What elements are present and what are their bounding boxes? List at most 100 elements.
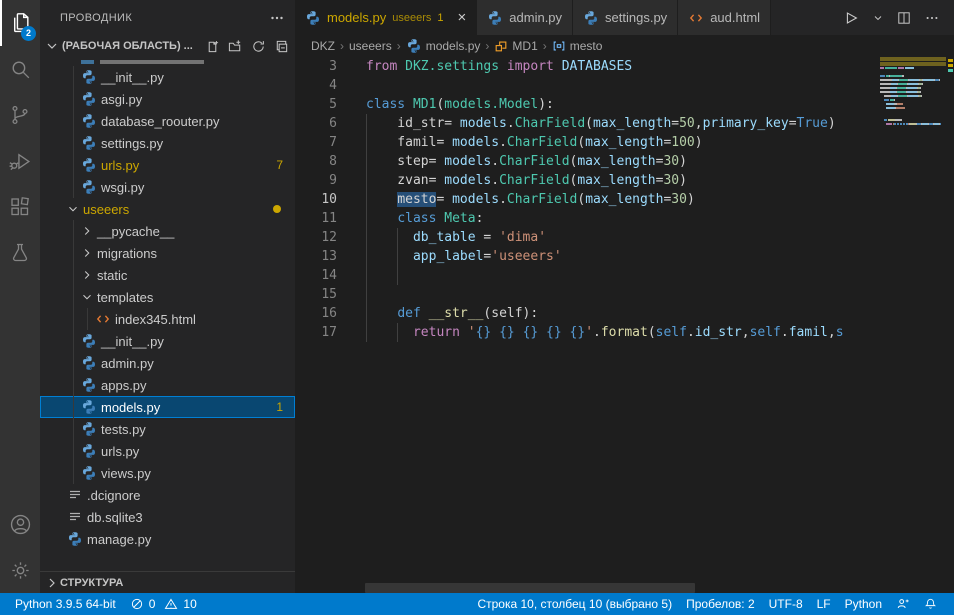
problems-item[interactable]: 0 10 [123,597,204,611]
status-indentation[interactable]: Пробелов: 2 [679,597,762,611]
line-content[interactable]: zvan= models.CharField(max_length=30) [366,171,874,190]
tree-item-templates[interactable]: templates [40,286,295,308]
status-notifications[interactable] [917,597,944,611]
status-language-mode[interactable]: Python [838,597,889,611]
tree-item-index345-html[interactable]: index345.html [40,308,295,330]
line-content[interactable]: famil= models.CharField(max_length=100) [366,133,874,152]
tree-item-useeers[interactable]: useeers [40,198,295,220]
breadcrumb-item-useeers[interactable]: useeers [349,39,392,53]
activity-testing-button[interactable] [0,230,40,276]
tree-item-manage-py[interactable]: manage.py [40,528,295,550]
line-content[interactable] [366,266,874,285]
tree-item-admin-py[interactable]: admin.py [40,352,295,374]
status-feedback[interactable] [889,597,917,611]
py-file-icon [66,531,84,547]
split-editor-button[interactable] [896,10,912,26]
indent-guide [366,247,367,266]
tree-item-migrations[interactable]: migrations [40,242,295,264]
tab-models-py[interactable]: models.pyuseeers1× [295,0,477,35]
py-file-icon [80,377,98,393]
line-content[interactable]: mesto= models.CharField(max_length=30) [366,190,874,209]
tree-item-apps-py[interactable]: apps.py [40,374,295,396]
line-content[interactable]: def __str__(self): [366,304,874,323]
tree-item-init-py[interactable]: __init__.py [40,330,295,352]
run-dropdown-button[interactable] [872,12,884,24]
line-number[interactable]: 17 [295,323,337,342]
tree-item-settings-py[interactable]: settings.py [40,132,295,154]
minimap[interactable] [880,57,946,127]
code-editor[interactable]: 3 from DKZ.settings import DATABASES 45 cla… [295,57,954,593]
line-number[interactable]: 3 [295,57,337,76]
explorer-more-actions-button[interactable] [269,10,285,26]
line-number[interactable]: 16 [295,304,337,323]
tab-settings-py[interactable]: settings.py [573,0,678,35]
line-content[interactable]: id_str= models.CharField(max_length=50,p… [366,114,874,133]
tree-item-models-py[interactable]: models.py1 [40,396,295,418]
error-icon [130,597,144,611]
code-line-4: 4 [295,76,874,95]
activity-search-button[interactable] [0,46,40,92]
line-content[interactable]: class Meta: [366,209,874,228]
line-number[interactable]: 11 [295,209,337,228]
outline-section-header[interactable]: СТРУКТУРА [40,571,295,593]
status-cursor-position[interactable]: Строка 10, столбец 10 (выбрано 5) [470,597,679,611]
activity-account-button[interactable] [0,501,40,547]
activity-settings-button[interactable] [0,547,40,593]
new-file-button[interactable] [205,39,220,54]
horizontal-scrollbar[interactable] [365,583,695,593]
new-folder-button[interactable] [228,39,243,54]
breadcrumb-item-md1[interactable]: MD1 [494,39,537,53]
line-number[interactable]: 14 [295,266,337,285]
line-content[interactable]: from DKZ.settings import DATABASES [366,57,874,76]
line-content[interactable]: class MD1(models.Model): [366,95,874,114]
tree-item-dcignore[interactable]: .dcignore [40,484,295,506]
line-number[interactable]: 5 [295,95,337,114]
editor-actions [828,0,954,35]
activity-extensions-button[interactable] [0,184,40,230]
tab-admin-py[interactable]: admin.py [477,0,573,35]
refresh-explorer-button[interactable] [251,39,266,54]
close-icon[interactable]: × [458,10,467,25]
tab-aud-html[interactable]: aud.html [678,0,771,35]
breadcrumb-item-dkz[interactable]: DKZ [311,39,335,53]
activity-source-control-button[interactable] [0,92,40,138]
tree-item-urls-py[interactable]: urls.py7 [40,154,295,176]
tree-item-pycache[interactable]: __pycache__ [40,220,295,242]
collapse-folders-button[interactable] [274,39,289,54]
tree-item-database-roouter-py[interactable]: database_roouter.py [40,110,295,132]
line-number[interactable]: 13 [295,247,337,266]
line-content[interactable]: db_table = 'dima' [366,228,874,247]
more-actions-button[interactable] [924,10,940,26]
python-version-item[interactable]: Python 3.9.5 64-bit [8,597,123,611]
tree-item-tests-py[interactable]: tests.py [40,418,295,440]
tree-item-init-py[interactable]: __init__.py [40,66,295,88]
line-number[interactable]: 4 [295,76,337,95]
line-number[interactable]: 9 [295,171,337,190]
status-encoding[interactable]: UTF-8 [762,597,810,611]
line-number[interactable]: 12 [295,228,337,247]
line-content[interactable] [366,76,874,95]
line-number[interactable]: 7 [295,133,337,152]
line-number[interactable]: 15 [295,285,337,304]
workspace-section-header[interactable]: (РАБОЧАЯ ОБЛАСТЬ) ... [40,35,295,57]
line-content[interactable] [366,285,874,304]
line-content[interactable]: app_label='useeers' [366,247,874,266]
tree-item-static[interactable]: static [40,264,295,286]
breadcrumb-item-models-py[interactable]: models.py [406,38,481,54]
line-content[interactable]: return '{} {} {} {} {}'.format(self.id_s… [366,323,874,342]
activity-explorer-button[interactable]: 2 [0,0,40,46]
line-number[interactable]: 8 [295,152,337,171]
tree-item-urls-py[interactable]: urls.py [40,440,295,462]
line-number[interactable]: 6 [295,114,337,133]
status-eol[interactable]: LF [810,597,838,611]
line-number[interactable]: 10 [295,190,337,209]
tree-item-wsgi-py[interactable]: wsgi.py [40,176,295,198]
tree-item-db-sqlite3[interactable]: db.sqlite3 [40,506,295,528]
line-content[interactable]: step= models.CharField(max_length=30) [366,152,874,171]
tree-item-views-py[interactable]: views.py [40,462,295,484]
tree-item-asgi-py[interactable]: asgi.py [40,88,295,110]
breadcrumb-item-mesto[interactable]: mesto [552,39,603,53]
code-line-9: 9 zvan= models.CharField(max_length=30) [295,171,874,190]
activity-run-debug-button[interactable] [0,138,40,184]
run-button[interactable] [842,9,860,27]
